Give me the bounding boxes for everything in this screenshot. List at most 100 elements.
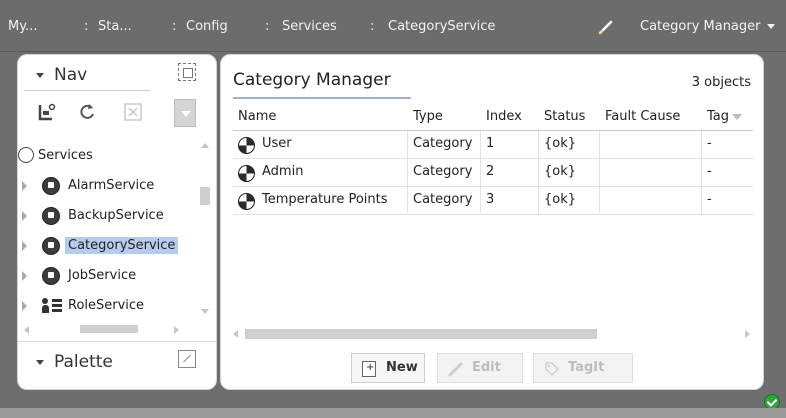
- chevron-down-icon[interactable]: [732, 113, 743, 120]
- column-header-type[interactable]: Type: [413, 109, 443, 124]
- view-selector-dropdown[interactable]: Category Manager: [640, 19, 775, 34]
- close-disabled-icon: [122, 101, 144, 123]
- breadcrumb-separator: :: [84, 19, 89, 34]
- category-table: Name Type Index Status Fault Cause Tag U…: [233, 107, 753, 215]
- breadcrumb-config[interactable]: Config: [186, 19, 228, 34]
- cell-status: {ok}: [544, 164, 577, 179]
- column-header-fault-cause[interactable]: Fault Cause: [605, 109, 680, 124]
- tab-category-manager[interactable]: Category Manager: [233, 65, 411, 99]
- tree-node-jobservice[interactable]: JobService: [18, 263, 198, 291]
- cell-status: {ok}: [544, 136, 577, 151]
- page-title: Category Manager: [233, 70, 391, 90]
- column-header-tag-label: Tag: [707, 109, 730, 124]
- tagit-button: TagIt: [533, 353, 633, 383]
- breadcrumb-separator: :: [172, 19, 177, 34]
- tagit-button-label: TagIt: [568, 360, 605, 375]
- column-header-status[interactable]: Status: [544, 109, 585, 124]
- scroll-right-icon[interactable]: [174, 326, 179, 334]
- category-icon: [238, 193, 255, 210]
- nav-tree: Services AlarmService BackupService Cate…: [18, 139, 198, 325]
- scrollbar-thumb[interactable]: [80, 325, 138, 333]
- divider: [407, 187, 408, 215]
- divider: [599, 131, 600, 159]
- tree-node-roleservice[interactable]: RoleService: [18, 293, 198, 321]
- divider: [701, 187, 702, 215]
- tree-node-services[interactable]: Services: [18, 143, 198, 171]
- new-button[interactable]: New: [351, 353, 425, 383]
- cell-index: 3: [486, 192, 495, 207]
- nav-header: Nav: [18, 55, 216, 93]
- expand-arrow-icon[interactable]: [22, 181, 27, 191]
- table-row[interactable]: Admin Category 2 {ok} -: [233, 159, 753, 187]
- nav-panel: Nav Services AlarmService BackupService …: [17, 54, 217, 390]
- services-icon: [18, 147, 34, 163]
- tree-node-label: Services: [38, 148, 93, 163]
- category-icon: [238, 137, 255, 154]
- nav-toolbar: [18, 95, 216, 131]
- expand-arrow-icon[interactable]: [22, 271, 27, 281]
- nav-horizontal-scrollbar[interactable]: [24, 325, 200, 337]
- object-count: 3 objects: [691, 75, 751, 90]
- category-manager-panel: Category Manager 3 objects Name Type Ind…: [220, 54, 764, 390]
- scroll-down-icon[interactable]: [201, 309, 209, 314]
- tab-nav[interactable]: Nav: [24, 59, 150, 91]
- breadcrumb-services[interactable]: Services: [282, 19, 337, 34]
- chevron-down-icon[interactable]: [36, 73, 44, 78]
- divider: [480, 187, 481, 215]
- divider: [480, 159, 481, 187]
- scroll-left-icon[interactable]: [233, 330, 238, 338]
- tree-node-label: BackupService: [68, 208, 164, 223]
- cell-type: Category: [413, 192, 473, 207]
- chevron-down-icon[interactable]: [36, 360, 44, 365]
- scroll-up-icon[interactable]: [201, 143, 209, 148]
- breadcrumb-my[interactable]: My...: [8, 19, 37, 34]
- maximize-icon[interactable]: [178, 350, 196, 368]
- edit-button-label: Edit: [472, 360, 501, 375]
- divider: [599, 159, 600, 187]
- table-row[interactable]: Temperature Points Category 3 {ok} -: [233, 187, 753, 215]
- maximize-icon[interactable]: [178, 63, 196, 81]
- tree-node-label: CategoryService: [65, 237, 179, 254]
- nav-title: Nav: [54, 65, 88, 85]
- tree-node-label: JobService: [68, 268, 137, 283]
- expand-arrow-icon[interactable]: [22, 241, 27, 251]
- tree-node-label: AlarmService: [68, 178, 155, 193]
- column-header-name[interactable]: Name: [238, 109, 276, 124]
- scroll-left-icon[interactable]: [24, 326, 29, 334]
- column-header-index[interactable]: Index: [486, 109, 522, 124]
- expand-arrow-icon[interactable]: [22, 211, 27, 221]
- cell-tag: -: [707, 192, 712, 207]
- breadcrumb-separator: :: [370, 19, 375, 34]
- expand-arrow-icon[interactable]: [22, 301, 27, 311]
- category-icon: [238, 165, 255, 182]
- divider: [538, 131, 539, 159]
- cell-name: Temperature Points: [262, 192, 388, 207]
- scrollbar-thumb[interactable]: [245, 329, 597, 339]
- cell-index: 1: [486, 136, 495, 151]
- breadcrumb-station[interactable]: Sta...: [98, 19, 132, 34]
- tab-palette[interactable]: Palette: [24, 344, 150, 378]
- nav-vertical-scrollbar[interactable]: [198, 139, 212, 325]
- toolbar-dropdown-button[interactable]: [174, 99, 196, 127]
- divider: [480, 131, 481, 159]
- tree-node-alarmservice[interactable]: AlarmService: [18, 173, 198, 201]
- category-service-icon: [42, 237, 60, 255]
- divider: [701, 159, 702, 187]
- edit-button: Edit: [437, 353, 523, 383]
- bottom-bar: [0, 408, 786, 418]
- tree-node-backupservice[interactable]: BackupService: [18, 203, 198, 231]
- scroll-right-icon[interactable]: [745, 330, 750, 338]
- cell-name: User: [262, 136, 292, 151]
- pencil-icon[interactable]: [598, 19, 614, 35]
- refresh-icon[interactable]: [76, 101, 98, 123]
- scrollbar-thumb[interactable]: [200, 187, 210, 205]
- divider: [0, 51, 786, 52]
- cell-status: {ok}: [544, 192, 577, 207]
- tree-node-categoryservice[interactable]: CategoryService: [18, 233, 198, 261]
- table-row[interactable]: User Category 1 {ok} -: [233, 131, 753, 159]
- table-horizontal-scrollbar[interactable]: [233, 329, 753, 341]
- column-header-tag[interactable]: Tag: [707, 109, 743, 124]
- cell-type: Category: [413, 136, 473, 151]
- breadcrumb-categoryservice[interactable]: CategoryService: [388, 19, 495, 34]
- home-station-icon[interactable]: [36, 101, 58, 123]
